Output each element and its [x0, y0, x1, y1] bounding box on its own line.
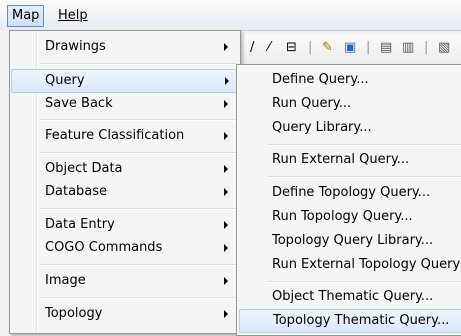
submenu-item-label: Define Query...	[272, 72, 369, 87]
menu-item-topology[interactable]: Topology	[12, 303, 236, 325]
submenu-item-define-query[interactable]: Define Query...	[239, 69, 461, 91]
submenu-arrow-icon	[225, 77, 229, 85]
polyline-tool-icon[interactable]: ⁄	[268, 39, 270, 57]
submenu-item-query-library[interactable]: Query Library...	[239, 117, 461, 139]
submenu-item-label: Query Library...	[272, 120, 372, 135]
submenu-arrow-icon	[224, 310, 228, 318]
toolbar-divider: |	[366, 40, 371, 55]
menu-item-image[interactable]: Image	[12, 270, 236, 292]
toolbar-divider: |	[424, 40, 429, 55]
query-table-icon[interactable]: ▧	[438, 39, 450, 57]
menu-item-cogo-commands[interactable]: COGO Commands	[12, 237, 236, 259]
menu-item-label: Data Entry	[45, 217, 115, 232]
background-toolbar: / ⁄ ⊟ | ✎ ▣ | ▤ ▥ | ▧	[238, 34, 461, 65]
edit-data-icon[interactable]: ▣	[344, 39, 356, 57]
menu-item-save-back[interactable]: Save Back	[12, 93, 236, 115]
menu-item-label: COGO Commands	[45, 240, 163, 255]
submenu-arrow-icon	[224, 221, 228, 229]
menu-item-label: Image	[45, 273, 86, 288]
menu-item-label: Drawings	[45, 39, 106, 54]
submenu-item-object-thematic-query[interactable]: Object Thematic Query...	[239, 286, 461, 308]
menu-separator	[40, 119, 237, 121]
menu-separator	[40, 297, 237, 299]
menubar: Map Help	[0, 0, 461, 31]
menu-separator	[40, 63, 237, 65]
table-icon[interactable]: ▤	[380, 39, 392, 57]
menu-separator	[267, 281, 461, 283]
submenu-item-label: Run External Query...	[272, 152, 410, 167]
menu-separator	[40, 264, 237, 266]
menu-item-database[interactable]: Database	[12, 181, 236, 203]
submenu-arrow-icon	[224, 100, 228, 108]
menu-item-data-entry[interactable]: Data Entry	[12, 214, 236, 236]
submenu-item-topology-thematic-query[interactable]: Topology Thematic Query...	[239, 309, 461, 333]
menu-item-label: Database	[45, 184, 108, 199]
submenu-item-label: Run External Topology Query	[272, 257, 461, 272]
menu-item-feature-classification[interactable]: Feature Classification	[12, 125, 236, 147]
submenu-item-label: Run Query...	[272, 96, 352, 111]
submenu-arrow-icon	[224, 132, 228, 140]
menu-separator	[40, 208, 237, 210]
menu-separator	[267, 144, 461, 146]
submenu-item-label: Object Thematic Query...	[272, 289, 434, 304]
menu-help[interactable]: Help	[54, 6, 92, 26]
submenu-arrow-icon	[224, 244, 228, 252]
menu-separator	[40, 152, 237, 154]
query-submenu: Define Query... Run Query... Query Libra…	[236, 64, 461, 336]
submenu-item-label: Topology Thematic Query...	[273, 313, 450, 328]
submenu-item-label: Define Topology Query...	[272, 185, 431, 200]
line-tool-icon[interactable]: /	[250, 39, 254, 57]
submenu-item-topology-query-library[interactable]: Topology Query Library...	[239, 230, 461, 252]
submenu-arrow-icon	[224, 188, 228, 196]
submenu-arrow-icon	[224, 277, 228, 285]
object-tool-icon[interactable]: ⊟	[286, 39, 297, 57]
tag-icon[interactable]: ✎	[322, 39, 333, 57]
menu-item-object-data[interactable]: Object Data	[12, 158, 236, 180]
submenu-arrow-icon	[224, 43, 228, 51]
menu-item-label: Query	[45, 73, 85, 88]
toolbar-divider: |	[308, 40, 313, 55]
table-link-icon[interactable]: ▥	[402, 39, 414, 57]
menu-map[interactable]: Map	[7, 5, 45, 27]
submenu-item-run-query[interactable]: Run Query...	[239, 93, 461, 115]
submenu-item-define-topology-query[interactable]: Define Topology Query...	[239, 182, 461, 204]
map-dropdown-menu: Drawings Query Save Back Feature Classif…	[9, 30, 241, 334]
menu-help-label: Help	[58, 8, 88, 23]
menu-item-drawings[interactable]: Drawings	[12, 36, 236, 58]
submenu-arrow-icon	[224, 165, 228, 173]
menu-separator	[267, 176, 461, 178]
menu-item-query[interactable]: Query	[11, 69, 238, 93]
menu-item-label: Feature Classification	[45, 128, 185, 143]
submenu-item-run-topology-query[interactable]: Run Topology Query...	[239, 206, 461, 228]
menu-map-label: Map	[12, 8, 40, 23]
submenu-item-label: Run Topology Query...	[272, 209, 413, 224]
submenu-item-run-external-query[interactable]: Run External Query...	[239, 149, 461, 171]
submenu-item-run-external-topology-query[interactable]: Run External Topology Query	[239, 254, 461, 276]
submenu-item-label: Topology Query Library...	[272, 233, 434, 248]
menu-item-label: Save Back	[45, 96, 113, 111]
menu-item-label: Object Data	[45, 161, 123, 176]
menu-item-label: Topology	[45, 306, 103, 321]
